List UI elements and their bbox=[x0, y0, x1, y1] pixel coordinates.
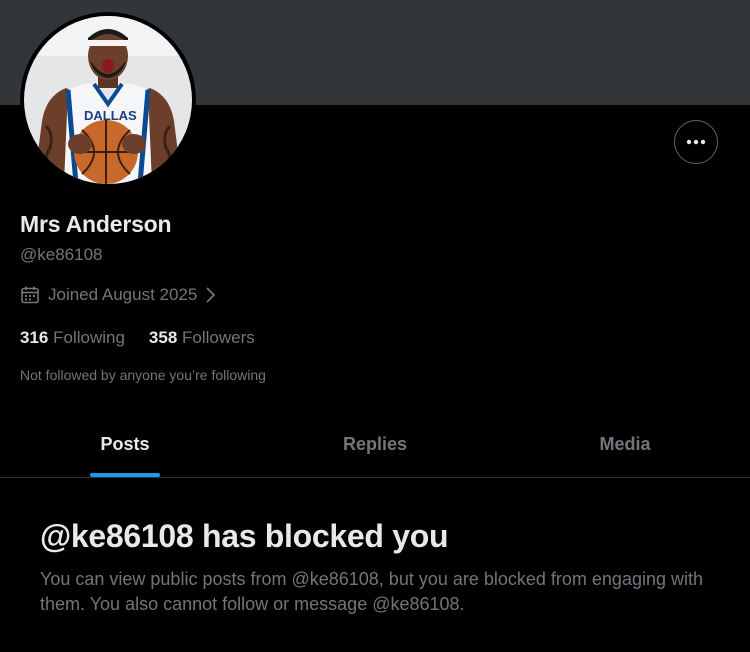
following-label: Following bbox=[53, 328, 125, 347]
joined-date[interactable]: Joined August 2025 bbox=[20, 285, 216, 305]
joined-label: Joined August 2025 bbox=[48, 285, 198, 304]
followers-label: Followers bbox=[182, 328, 255, 347]
profile-tabs: Posts Replies Media bbox=[0, 412, 750, 478]
mutual-followers-note: Not followed by anyone you’re following bbox=[20, 367, 266, 383]
calendar-icon bbox=[20, 285, 40, 305]
tab-replies[interactable]: Replies bbox=[250, 412, 500, 477]
blocked-title: @ke86108 has blocked you bbox=[40, 518, 449, 554]
tab-posts-label: Posts bbox=[100, 434, 150, 454]
followers-count: 358 bbox=[148, 328, 178, 347]
following-count: 316 bbox=[20, 328, 49, 347]
profile-page: DALLAS Mrs Anderson @ke86108 Joined Augu… bbox=[0, 0, 750, 652]
more-horizontal-icon bbox=[686, 139, 706, 145]
tab-replies-label: Replies bbox=[342, 434, 408, 454]
tab-media[interactable]: Media bbox=[500, 412, 750, 477]
profile-handle: @ke86108 bbox=[20, 245, 103, 264]
chevron-right-icon bbox=[204, 286, 216, 304]
following-link[interactable]: 316 Following bbox=[20, 328, 125, 348]
tab-media-label: Media bbox=[599, 434, 651, 454]
followers-link[interactable]: 358 Followers bbox=[149, 328, 255, 348]
display-name: Mrs Anderson bbox=[20, 211, 172, 237]
active-tab-indicator bbox=[90, 473, 160, 477]
avatar[interactable]: DALLAS bbox=[20, 12, 196, 188]
blocked-message: You can view public posts from @ke86108,… bbox=[40, 569, 703, 614]
follow-stats: 316 Following 358 Followers bbox=[20, 328, 255, 348]
avatar-photo: DALLAS bbox=[24, 16, 192, 184]
more-options-button[interactable] bbox=[674, 120, 718, 164]
tab-posts[interactable]: Posts bbox=[0, 412, 250, 477]
